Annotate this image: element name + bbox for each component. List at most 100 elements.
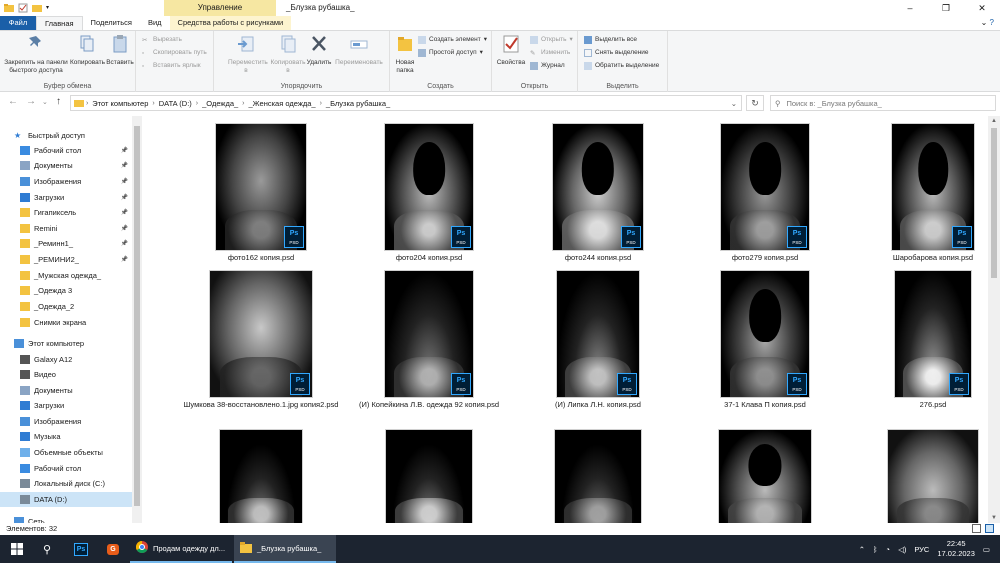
breadcrumb-item[interactable]: Этот компьютер	[88, 99, 152, 108]
tab-share[interactable]: Поделиться	[83, 16, 140, 30]
new-folder-icon[interactable]	[32, 3, 42, 13]
large-icons-view-icon[interactable]	[985, 524, 994, 533]
nav-item[interactable]: Музыка	[0, 429, 132, 444]
select-all-button[interactable]: Выделить все	[584, 35, 637, 44]
nav-item[interactable]: _Мужская одежда_	[0, 268, 132, 283]
file-tile[interactable]	[513, 430, 683, 523]
file-tile[interactable]	[344, 430, 514, 523]
nav-item[interactable]: Документы	[0, 383, 132, 398]
nav-item[interactable]: Remini 📌	[0, 221, 132, 236]
search-input[interactable]: ⚲ Поиск в: _Блузка рубашка_	[770, 95, 996, 111]
chevron-down-icon[interactable]: ⌄	[731, 99, 741, 108]
chevron-up-icon[interactable]: ⌃	[859, 545, 865, 554]
properties-icon[interactable]	[18, 3, 28, 13]
search-icon[interactable]: ⚲	[34, 535, 60, 563]
language-indicator[interactable]: РУС	[914, 545, 929, 554]
scrollbar-thumb[interactable]	[134, 126, 140, 506]
nav-item[interactable]: Документы 📌	[0, 158, 132, 173]
photoshop-icon[interactable]: Ps	[68, 535, 94, 563]
nav-item[interactable]: Изображения 📌	[0, 174, 132, 189]
properties-button[interactable]: Свойства	[494, 34, 528, 67]
chevron-down-icon[interactable]: ▾	[46, 3, 56, 13]
nav-item[interactable]: _РЕМИНИ2_ 📌	[0, 252, 132, 267]
tab-file[interactable]: Файл	[0, 16, 36, 30]
bluetooth-icon[interactable]: ᛒ	[873, 545, 878, 554]
taskbar-chrome-window[interactable]: Продам одежду дл...	[130, 535, 232, 563]
edit-button[interactable]: ✎ Изменить	[530, 48, 570, 57]
scrollbar-thumb[interactable]	[991, 128, 997, 278]
file-tile[interactable]: Ps PSD фото204 копия.psd	[344, 124, 514, 263]
scroll-up-icon[interactable]: ▲	[988, 118, 1000, 124]
nav-item[interactable]: _Реминн1_ 📌	[0, 236, 132, 251]
paste-shortcut-button[interactable]: ▫ Вставить ярлык	[142, 61, 201, 70]
invert-selection-button[interactable]: Обратить выделение	[584, 61, 659, 70]
browser-shield-icon[interactable]: G	[100, 535, 126, 563]
details-view-icon[interactable]	[972, 524, 981, 533]
nav-item[interactable]: _Одежда 3	[0, 283, 132, 298]
nav-item[interactable]: Рабочий стол 📌	[0, 143, 132, 158]
new-folder-button[interactable]: Новая папка	[392, 34, 418, 75]
file-tile[interactable]: Ps PSD фото279 копия.psd	[680, 124, 850, 263]
address-bar[interactable]: › Этот компьютер › DATA (D:) › _Одежда_ …	[70, 95, 742, 111]
pin-button[interactable]: Закрепить на панели быстрого доступа	[2, 34, 70, 75]
nav-item[interactable]: Изображения	[0, 414, 132, 429]
nav-item[interactable]: Загрузки	[0, 398, 132, 413]
back-arrow-icon[interactable]: ←	[8, 96, 18, 107]
history-button[interactable]: Журнал	[530, 61, 565, 70]
nav-item[interactable]: Локальный диск (C:)	[0, 476, 132, 491]
copy-path-button[interactable]: ▫ Скопировать путь	[142, 48, 207, 57]
nav-item[interactable]: Гигапиксель 📌	[0, 205, 132, 220]
file-tile[interactable]	[176, 430, 346, 523]
nav-item[interactable]: Видео	[0, 367, 132, 382]
copy-button[interactable]: Копировать	[70, 34, 105, 67]
recent-chevron-icon[interactable]: ⌄	[42, 98, 48, 106]
notification-icon[interactable]: ▭	[983, 545, 990, 554]
clock[interactable]: 22:45 17.02.2023	[937, 539, 975, 559]
new-item-button[interactable]: Создать элемент ▾	[418, 35, 487, 44]
open-button[interactable]: Открыть ▾	[530, 35, 573, 44]
move-to-button[interactable]: Переместить в	[228, 34, 268, 75]
windows-start-icon[interactable]	[0, 535, 34, 563]
minimize-button[interactable]: –	[892, 0, 928, 16]
tab-picture-tools[interactable]: Средства работы с рисунками	[169, 16, 292, 30]
navigation-scrollbar[interactable]	[132, 116, 142, 523]
nav-item[interactable]: Сеть	[0, 514, 132, 523]
file-tile[interactable]: Ps PSD 37-1 Клава П копия.psd	[680, 271, 850, 410]
nav-item[interactable]: Этот компьютер	[0, 336, 132, 351]
nav-item[interactable]: Снимки экрана	[0, 315, 132, 330]
chevron-down-icon[interactable]: ⌄ ?	[981, 16, 1000, 30]
paste-button[interactable]: Вставить	[104, 34, 136, 67]
maximize-button[interactable]: ❐	[928, 0, 964, 16]
rename-button[interactable]: Переименовать	[332, 34, 386, 67]
file-tile[interactable]: Ps PSD фото162 копия.psd	[176, 124, 346, 263]
tab-view[interactable]: Вид	[140, 16, 170, 30]
easy-access-button[interactable]: Простой доступ ▾	[418, 48, 483, 57]
refresh-button[interactable]: ↻	[746, 95, 764, 111]
file-tile[interactable]: Ps PSD Шаробарова копия.psd	[848, 124, 988, 263]
file-tile[interactable]: Ps PSD (И) Липка Л.Н. копия.psd	[513, 271, 683, 410]
breadcrumb-item[interactable]: _Женская одежда_	[245, 99, 320, 108]
file-tile[interactable]	[848, 430, 988, 523]
select-none-button[interactable]: Снять выделение	[584, 48, 649, 57]
file-tile[interactable]: Ps PSD фото244 копия.psd	[513, 124, 683, 263]
copy-to-button[interactable]: Копировать в	[270, 34, 306, 75]
volume-icon[interactable]: ◁)	[898, 545, 906, 554]
up-arrow-icon[interactable]: ↑	[56, 96, 61, 107]
tab-home[interactable]: Главная	[36, 16, 83, 30]
breadcrumb-item[interactable]: DATA (D:)	[155, 99, 196, 108]
delete-button[interactable]: Удалить	[304, 34, 334, 67]
scroll-down-icon[interactable]: ▼	[988, 515, 1000, 521]
taskbar-explorer-window[interactable]: _Блузка рубашка_	[234, 535, 336, 563]
forward-arrow-icon[interactable]: →	[26, 96, 36, 107]
nav-item[interactable]: DATA (D:)	[0, 492, 132, 507]
file-tile[interactable]: Ps PSD Шумкова 38-восстановлено.1.jpg копи…	[176, 271, 346, 410]
breadcrumb-item[interactable]: _Одежда_	[198, 99, 242, 108]
file-tile[interactable]: Ps PSD (И) Копейкина Л.В. одежда 92 копия.…	[344, 271, 514, 410]
nav-item[interactable]: Объемные объекты	[0, 445, 132, 460]
file-tile[interactable]: Ps PSD 276.psd	[848, 271, 988, 410]
help-icon[interactable]: ?	[990, 18, 994, 27]
content-scrollbar[interactable]: ▲ ▼	[988, 116, 1000, 523]
wifi-icon[interactable]: ◔	[886, 545, 891, 554]
breadcrumb-item[interactable]: _Блузка рубашка_	[322, 99, 394, 108]
nav-item[interactable]: _Одежда_2	[0, 299, 132, 314]
